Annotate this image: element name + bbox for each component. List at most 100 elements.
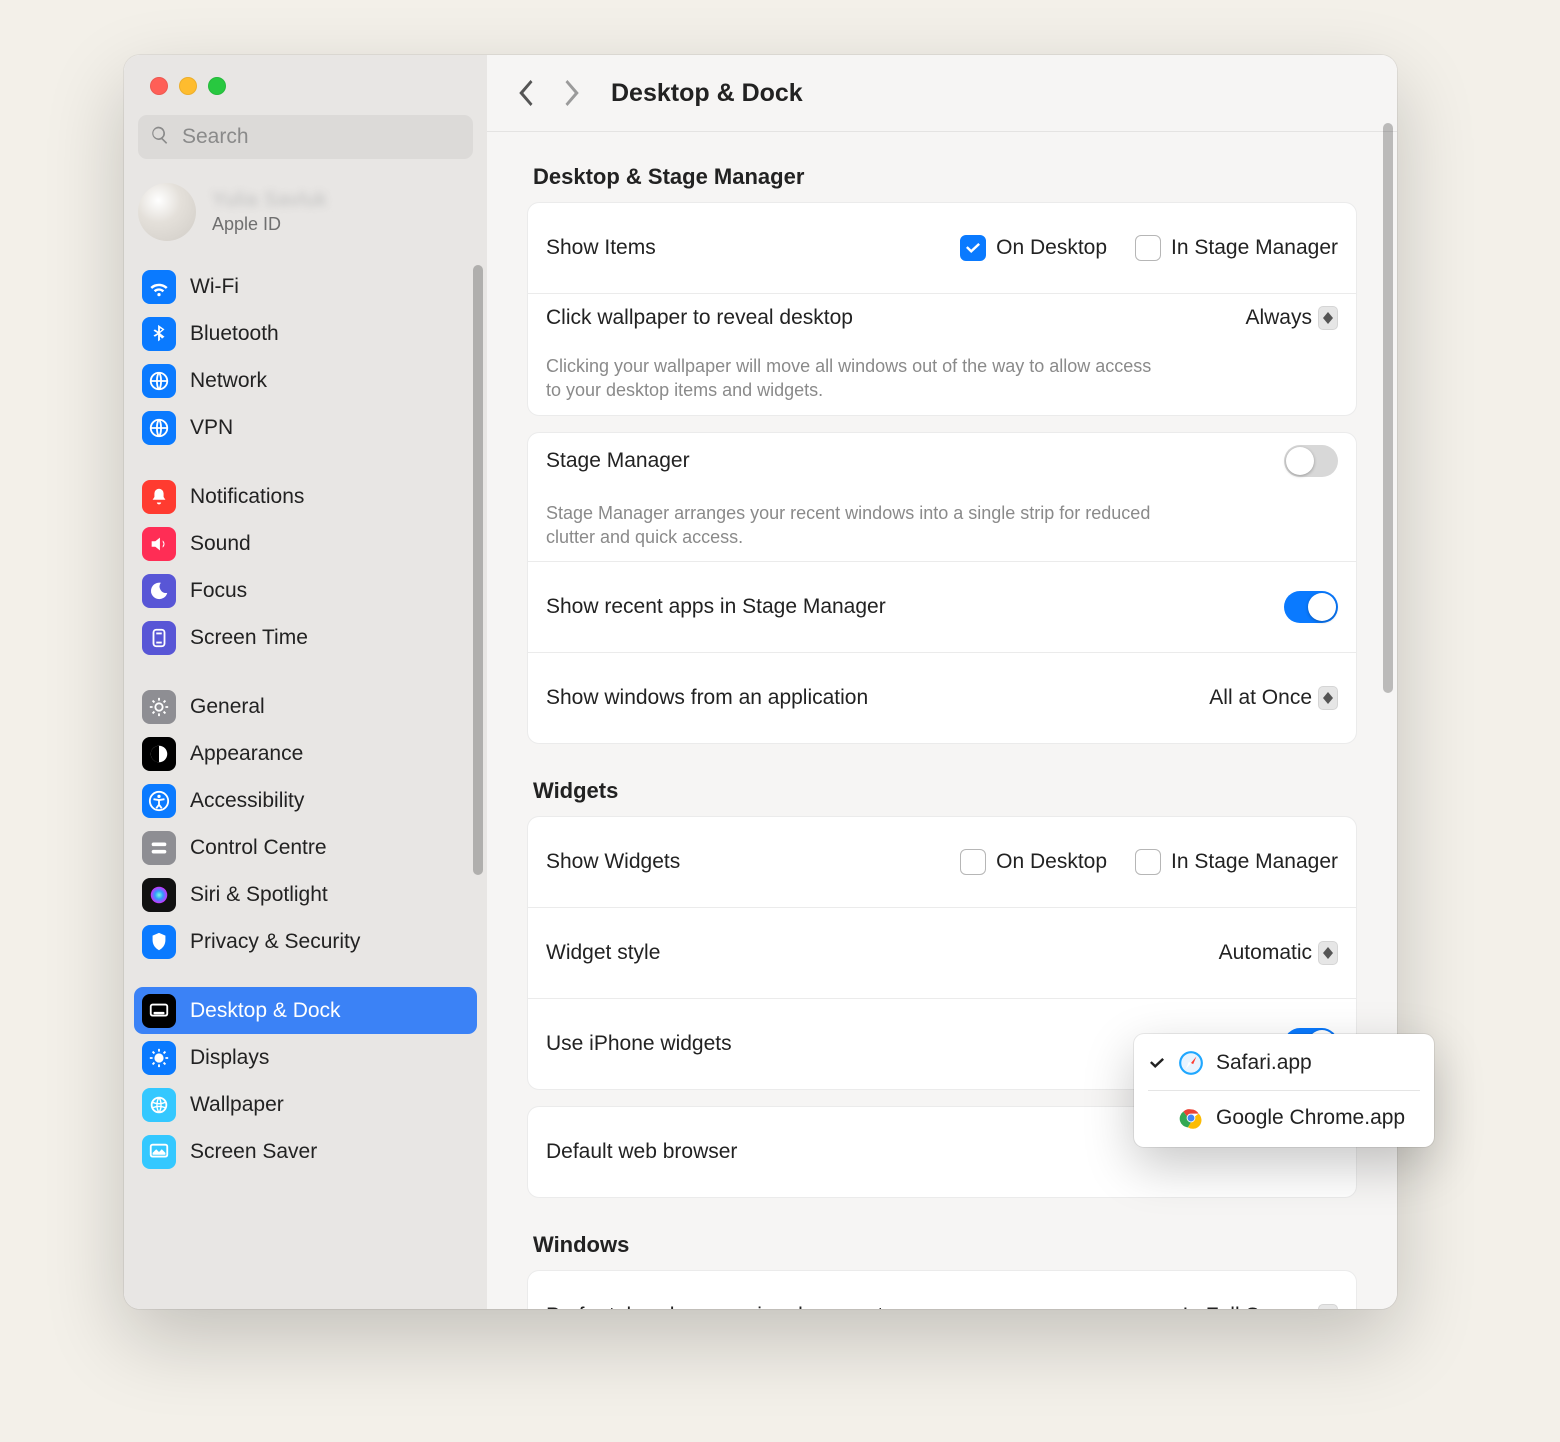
sidebar-item-label: Bluetooth xyxy=(190,322,279,346)
sidebar-item-wallpaper[interactable]: Wallpaper xyxy=(134,1081,477,1128)
select-value: Always xyxy=(1245,306,1312,330)
label-show-recent-apps: Show recent apps in Stage Manager xyxy=(546,595,1266,619)
label-default-browser: Default web browser xyxy=(546,1140,1211,1164)
default-browser-menu[interactable]: Safari.app Google Chrome.app xyxy=(1134,1034,1434,1147)
sidebar-item-vpn[interactable]: VPN xyxy=(134,404,477,451)
checkbox-label: On Desktop xyxy=(996,850,1107,874)
sub-click-wallpaper: Clicking your wallpaper will move all wi… xyxy=(546,354,1166,403)
select-show-windows-from-app[interactable]: All at Once xyxy=(1209,686,1338,710)
label-show-items: Show Items xyxy=(546,236,942,260)
section-title-widgets: Widgets xyxy=(533,778,1357,804)
sidebar-list: Wi-Fi Bluetooth Network VPN Notifications Sou… xyxy=(124,259,487,1309)
sidebar-item-label: Privacy & Security xyxy=(190,930,360,954)
checkbox-label: In Stage Manager xyxy=(1171,850,1338,874)
sidebar-item-label: Appearance xyxy=(190,742,303,766)
minimize-window-button[interactable] xyxy=(179,77,197,95)
card-desktop-stage-a: Show Items On Desktop In Stage Manager xyxy=(527,202,1357,416)
section-title-windows: Windows xyxy=(533,1232,1357,1258)
select-value: All at Once xyxy=(1209,686,1312,710)
sidebar-item-network[interactable]: Network xyxy=(134,357,477,404)
controlcentre-icon xyxy=(142,831,176,865)
sidebar: Yulia Savluk Apple ID Wi-Fi Bluetooth Netw… xyxy=(124,55,487,1309)
label-show-widgets: Show Widgets xyxy=(546,850,942,874)
displays-icon xyxy=(142,1041,176,1075)
sidebar-item-sound[interactable]: Sound xyxy=(134,520,477,567)
row-show-widgets: Show Widgets On Desktop In Stage Manager xyxy=(528,817,1356,907)
sidebar-item-label: Accessibility xyxy=(190,789,304,813)
card-windows: Prefer tabs when opening documents In Fu… xyxy=(527,1270,1357,1309)
sidebar-item-screentime[interactable]: Screen Time xyxy=(134,614,477,661)
notifications-icon xyxy=(142,480,176,514)
sidebar-item-label: Control Centre xyxy=(190,836,327,860)
safari-app-icon xyxy=(1178,1050,1204,1076)
avatar xyxy=(138,183,196,241)
section-title-desktop-stage: Desktop & Stage Manager xyxy=(533,164,1357,190)
sidebar-item-focus[interactable]: Focus xyxy=(134,567,477,614)
sidebar-item-controlcentre[interactable]: Control Centre xyxy=(134,824,477,871)
checkbox-label: In Stage Manager xyxy=(1171,236,1338,260)
stepper-icon xyxy=(1318,1304,1338,1309)
desktopdock-icon xyxy=(142,994,176,1028)
checkbox-widgets-desktop[interactable]: On Desktop xyxy=(960,849,1107,875)
sidebar-item-label: Screen Time xyxy=(190,626,308,650)
checkbox-show-items-desktop[interactable]: On Desktop xyxy=(960,235,1107,261)
account-sub: Apple ID xyxy=(212,214,327,235)
sidebar-item-wifi[interactable]: Wi-Fi xyxy=(134,263,477,310)
sidebar-item-privacy[interactable]: Privacy & Security xyxy=(134,918,477,965)
focus-icon xyxy=(142,574,176,608)
label-widget-style: Widget style xyxy=(546,941,1201,965)
sidebar-item-general[interactable]: General xyxy=(134,683,477,730)
stepper-icon xyxy=(1318,686,1338,710)
browser-option-label: Safari.app xyxy=(1216,1051,1312,1075)
vpn-icon xyxy=(142,411,176,445)
label-show-windows-from-app: Show windows from an application xyxy=(546,686,1191,710)
content-scrollbar[interactable] xyxy=(1383,123,1393,693)
sidebar-item-label: Screen Saver xyxy=(190,1140,317,1164)
privacy-icon xyxy=(142,925,176,959)
sidebar-item-desktopdock[interactable]: Desktop & Dock xyxy=(134,987,477,1034)
sidebar-item-accessibility[interactable]: Accessibility xyxy=(134,777,477,824)
sidebar-item-label: Desktop & Dock xyxy=(190,999,341,1023)
sidebar-item-label: Network xyxy=(190,369,267,393)
apple-id-account[interactable]: Yulia Savluk Apple ID xyxy=(124,167,487,259)
sidebar-item-bluetooth[interactable]: Bluetooth xyxy=(134,310,477,357)
siri-icon xyxy=(142,878,176,912)
sidebar-item-label: Sound xyxy=(190,532,251,556)
sound-icon xyxy=(142,527,176,561)
sidebar-item-label: Displays xyxy=(190,1046,269,1070)
search-field[interactable] xyxy=(138,115,473,159)
row-click-wallpaper: Click wallpaper to reveal desktop Always… xyxy=(528,293,1356,415)
zoom-window-button[interactable] xyxy=(208,77,226,95)
sidebar-item-notifications[interactable]: Notifications xyxy=(134,473,477,520)
sidebar-item-displays[interactable]: Displays xyxy=(134,1034,477,1081)
select-widget-style[interactable]: Automatic xyxy=(1219,941,1338,965)
browser-option-safari[interactable]: Safari.app xyxy=(1134,1040,1434,1086)
switch-stage-manager[interactable] xyxy=(1284,445,1338,477)
page-title: Desktop & Dock xyxy=(611,79,803,108)
label-stage-manager: Stage Manager xyxy=(546,449,1266,473)
select-click-wallpaper[interactable]: Always xyxy=(1245,306,1338,330)
general-icon xyxy=(142,690,176,724)
sidebar-item-label: Wi-Fi xyxy=(190,275,239,299)
checkbox-widgets-stage-manager[interactable]: In Stage Manager xyxy=(1135,849,1338,875)
select-prefer-tabs[interactable]: In Full Screen xyxy=(1182,1304,1338,1309)
sidebar-item-appearance[interactable]: Appearance xyxy=(134,730,477,777)
select-value: Automatic xyxy=(1219,941,1312,965)
sidebar-item-label: Wallpaper xyxy=(190,1093,284,1117)
browser-option-chrome[interactable]: Google Chrome.app xyxy=(1134,1095,1434,1141)
row-show-windows-from-app: Show windows from an application All at … xyxy=(528,652,1356,743)
search-icon xyxy=(150,125,170,150)
row-show-items: Show Items On Desktop In Stage Manager xyxy=(528,203,1356,293)
sidebar-item-siri[interactable]: Siri & Spotlight xyxy=(134,871,477,918)
sidebar-item-label: Siri & Spotlight xyxy=(190,883,328,907)
chrome-app-icon xyxy=(1178,1105,1204,1131)
search-input[interactable] xyxy=(180,124,461,150)
close-window-button[interactable] xyxy=(150,77,168,95)
sidebar-scrollbar[interactable] xyxy=(473,265,483,875)
sidebar-item-screensaver[interactable]: Screen Saver xyxy=(134,1128,477,1175)
row-show-recent-apps: Show recent apps in Stage Manager xyxy=(528,561,1356,652)
nav-forward-button[interactable] xyxy=(557,74,587,112)
switch-show-recent-apps[interactable] xyxy=(1284,591,1338,623)
checkbox-show-items-stage-manager[interactable]: In Stage Manager xyxy=(1135,235,1338,261)
nav-back-button[interactable] xyxy=(511,74,541,112)
